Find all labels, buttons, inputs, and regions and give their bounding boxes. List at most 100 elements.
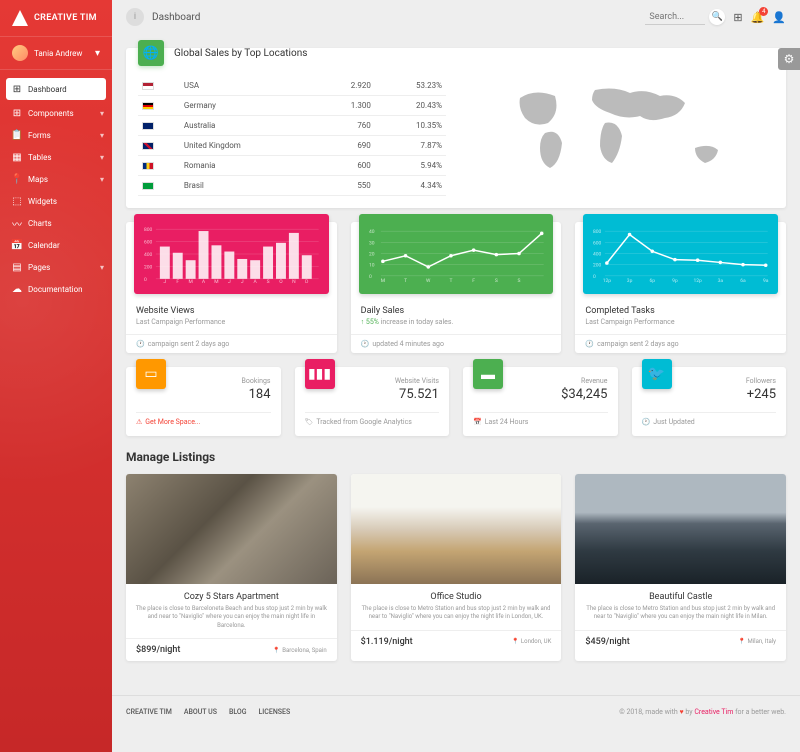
nav-widgets[interactable]: ⬚Widgets xyxy=(0,190,112,212)
chart-footer: 🕐campaign sent 2 days ago xyxy=(126,334,337,353)
listing-desc: The place is close to Metro Station and … xyxy=(583,605,778,622)
settings-fab[interactable]: ⚙ xyxy=(778,48,800,70)
chart-title: Daily Sales xyxy=(361,306,552,316)
listing-title: Cozy 5 Stars Apartment xyxy=(134,592,329,602)
table-icon: ▦ xyxy=(12,152,22,162)
table-row[interactable]: United Kingdom6907.87% xyxy=(138,136,446,156)
table-row[interactable]: Australia76010.35% xyxy=(138,116,446,136)
listing-location: 📍Milan, Italy xyxy=(738,638,776,645)
nav-label: Dashboard xyxy=(28,85,67,94)
svg-text:3p: 3p xyxy=(627,278,633,284)
listing-title: Beautiful Castle xyxy=(583,592,778,602)
listing-card[interactable]: Beautiful Castle The place is close to Me… xyxy=(575,474,786,661)
flag-ro-icon xyxy=(142,162,154,170)
pin-icon: 📍 xyxy=(273,647,280,654)
svg-text:800: 800 xyxy=(144,227,153,233)
table-row[interactable]: Brasil5504.34% xyxy=(138,176,446,196)
clipboard-icon: 📋 xyxy=(12,130,22,140)
svg-text:10: 10 xyxy=(369,263,375,269)
nav-label: Components xyxy=(28,109,74,118)
pin-icon: 📍 xyxy=(12,174,22,184)
chart-canvas[interactable]: 010203040MTWTFSS xyxy=(359,214,554,294)
stat-footer[interactable]: ⚠Get More Space... xyxy=(136,412,271,426)
flag-au-icon xyxy=(142,122,154,130)
nav-dashboard[interactable]: ⊞Dashboard xyxy=(6,78,106,100)
stat-value: +245 xyxy=(642,387,777,402)
listing-title: Office Studio xyxy=(359,592,554,602)
svg-text:600: 600 xyxy=(593,240,602,246)
clock-icon: 🕐 xyxy=(585,340,594,348)
avatar xyxy=(12,45,28,61)
chart-subtitle: Last Campaign Performance xyxy=(585,318,776,326)
nav-menu: ⊞Dashboard ⊞Components▾ 📋Forms▾ ▦Tables▾… xyxy=(0,70,112,306)
svg-text:M: M xyxy=(214,279,218,285)
footer-link[interactable]: LICENSES xyxy=(259,708,291,716)
nav-tables[interactable]: ▦Tables▾ xyxy=(0,146,112,168)
chart-canvas[interactable]: 020040060080012p3p6p9p12p3a6a9a xyxy=(583,214,778,294)
table-row[interactable]: USA2.92053.23% xyxy=(138,76,446,96)
nav-documentation[interactable]: ☁Documentation xyxy=(0,278,112,300)
listing-card[interactable]: Office Studio The place is close to Metro… xyxy=(351,474,562,661)
svg-text:T: T xyxy=(449,278,452,284)
main: ⚙ i Dashboard 🔍 ⊞ 🔔4 👤 🌐 Global Sales by… xyxy=(112,0,800,752)
footer-link[interactable]: CREATIVE TIM xyxy=(126,708,172,716)
sidebar: CREATIVE TIM Tania Andrew ▾ ⊞Dashboard ⊞… xyxy=(0,0,112,752)
stat-revenue: ▬ Revenue$34,245 📅Last 24 Hours xyxy=(463,367,618,436)
search-icon: 🔍 xyxy=(712,12,723,22)
svg-text:30: 30 xyxy=(369,240,375,246)
listing-image xyxy=(126,474,337,584)
profile-button[interactable]: 👤 xyxy=(772,11,786,24)
chart-title: Completed Tasks xyxy=(585,306,776,316)
svg-text:9a: 9a xyxy=(763,278,769,284)
global-sales-card: 🌐 Global Sales by Top Locations USA2.920… xyxy=(126,48,786,208)
svg-text:0: 0 xyxy=(593,274,596,280)
grid-icon: ⊞ xyxy=(12,108,22,118)
listing-desc: The place is close to Barceloneta Beach … xyxy=(134,605,329,630)
widget-icon: ⬚ xyxy=(12,196,22,206)
svg-text:0: 0 xyxy=(369,274,372,280)
chevron-down-icon: ▾ xyxy=(95,48,100,59)
nav-calendar[interactable]: 📅Calendar xyxy=(0,234,112,256)
notifications-button[interactable]: 🔔4 xyxy=(751,11,765,24)
svg-text:200: 200 xyxy=(144,264,153,270)
chart-title: Website Views xyxy=(136,306,327,316)
apps-button[interactable]: ⊞ xyxy=(733,11,742,24)
apps-icon: ⊞ xyxy=(733,11,742,24)
brand-name: CREATIVE TIM xyxy=(34,13,97,23)
search-button[interactable]: 🔍 xyxy=(709,9,725,25)
nav-pages[interactable]: ▤Pages▾ xyxy=(0,256,112,278)
svg-text:S: S xyxy=(267,279,270,285)
page-icon: i xyxy=(126,8,144,26)
nav-maps[interactable]: 📍Maps▾ xyxy=(0,168,112,190)
chart-icon: 〰 xyxy=(12,218,22,228)
listing-desc: The place is close to Metro Station and … xyxy=(359,605,554,622)
table-row[interactable]: Germany1.30020.43% xyxy=(138,96,446,116)
nav-forms[interactable]: 📋Forms▾ xyxy=(0,124,112,146)
nav-charts[interactable]: 〰Charts xyxy=(0,212,112,234)
chart-canvas[interactable]: 0200400600800JFMAMJJASOND xyxy=(134,214,329,294)
world-map[interactable] xyxy=(466,60,774,196)
cloud-icon: ☁ xyxy=(12,284,22,294)
svg-text:12p: 12p xyxy=(694,278,703,284)
svg-text:400: 400 xyxy=(593,251,602,257)
person-icon: 👤 xyxy=(772,11,786,24)
chart-completed-tasks: 020040060080012p3p6p9p12p3a6a9a Complete… xyxy=(575,222,786,353)
footer-link[interactable]: ABOUT US xyxy=(184,708,217,716)
listing-image xyxy=(575,474,786,584)
chart-daily-sales: 010203040MTWTFSS Daily Sales↑ 55% increa… xyxy=(351,222,562,353)
listing-card[interactable]: Cozy 5 Stars Apartment The place is close… xyxy=(126,474,337,661)
table-row[interactable]: Romania6005.94% xyxy=(138,156,446,176)
tag-icon: 🏷 xyxy=(305,418,314,426)
user-profile[interactable]: Tania Andrew ▾ xyxy=(0,37,112,70)
brand[interactable]: CREATIVE TIM xyxy=(0,0,112,37)
footer-link[interactable]: BLOG xyxy=(229,708,247,716)
footer-brand-link[interactable]: Creative Tim xyxy=(694,708,733,716)
svg-text:800: 800 xyxy=(593,229,602,235)
stat-footer: 🕐Just Updated xyxy=(642,412,777,426)
flag-de-icon xyxy=(142,102,154,110)
svg-text:A: A xyxy=(254,279,258,285)
svg-text:N: N xyxy=(292,279,296,285)
search-input[interactable] xyxy=(645,10,705,25)
flag-gb-icon xyxy=(142,142,154,150)
nav-components[interactable]: ⊞Components▾ xyxy=(0,102,112,124)
